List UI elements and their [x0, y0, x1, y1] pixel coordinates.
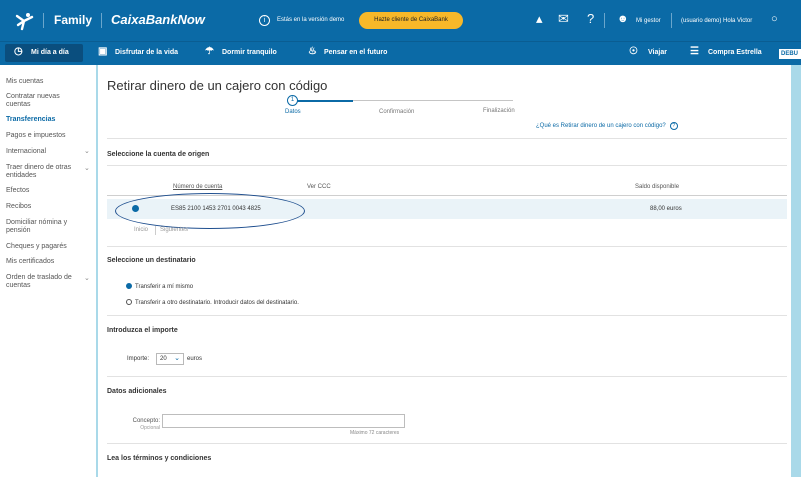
user-greeting[interactable]: (usuario demo) Hola Victor — [681, 18, 752, 24]
progress-line-active — [293, 100, 353, 102]
sidebar-item-mis-certificados[interactable]: Mis certificados — [6, 257, 54, 266]
debug-badge[interactable]: DEBU — [779, 49, 801, 59]
step-finalizacion: Finalización — [483, 108, 515, 114]
section-title-terms: Lea los términos y condiciones — [107, 455, 212, 462]
chevron-down-icon[interactable]: ⌄ — [84, 274, 90, 282]
amount-select[interactable]: 20 ⌄ — [156, 353, 184, 365]
sidebar-item-contratar-nuevas-cuentas-line2[interactable]: cuentas — [6, 100, 31, 109]
pager-inicio[interactable]: Inicio — [134, 227, 148, 233]
divider — [107, 315, 787, 316]
divider — [101, 13, 102, 28]
cart-icon: ☰ — [690, 46, 699, 57]
tab-viajar[interactable]: Viajar — [648, 49, 667, 56]
globe-icon: ☉ — [629, 46, 638, 57]
chevron-down-icon[interactable]: ⌄ — [174, 354, 180, 364]
clock-icon: ◷ — [14, 46, 23, 57]
divider — [107, 443, 787, 444]
info-icon: i — [259, 15, 270, 26]
sidebar-item-traer-dinero-line2[interactable]: entidades — [6, 171, 36, 180]
tab-pensar-en-el-futuro[interactable]: Pensar en el futuro — [324, 49, 387, 56]
sidebar: Mis cuentas Contratar nuevas cuentas Tra… — [0, 65, 96, 477]
radio-label: Transferir a mí mismo — [135, 284, 194, 290]
concept-max-chars: Máximo 72 caracteres — [350, 430, 400, 436]
column-header-ver-ccc[interactable]: Ver CCC — [307, 184, 331, 190]
chevron-down-icon[interactable]: ⌄ — [84, 164, 90, 172]
section-title-origin: Seleccione la cuenta de origen — [107, 151, 210, 158]
tab-disfrutar-de-la-vida[interactable]: Disfrutar de la vida — [115, 49, 178, 56]
divider — [155, 226, 156, 235]
section-title-recipient: Seleccione un destinatario — [107, 257, 196, 264]
cinema-icon: ▣ — [98, 46, 108, 57]
column-header-balance: Saldo disponible — [635, 184, 680, 190]
become-client-button[interactable]: Hazte cliente de CaixaBank — [359, 12, 463, 29]
progress-line — [353, 100, 513, 101]
concept-label: Concepto: — [132, 418, 160, 424]
divider — [107, 165, 787, 166]
amount-label: Importe: — [127, 356, 150, 362]
divider — [671, 13, 672, 28]
section-title-amount: Introduzca el importe — [107, 327, 178, 334]
caixabank-star-logo-icon[interactable] — [14, 11, 34, 31]
top-bar: Family CaixaBankNow i Estás en la versió… — [0, 0, 801, 41]
divider — [43, 13, 44, 28]
sidebar-item-recibos[interactable]: Recibos — [6, 202, 31, 211]
tab-compra-estrella[interactable]: Compra Estrella — [708, 49, 762, 56]
divider — [107, 138, 787, 139]
umbrella-icon: ☂ — [205, 46, 214, 57]
brand-name[interactable]: CaixaBankNow — [111, 12, 205, 27]
amount-unit: euros — [187, 356, 203, 362]
step-indicator: 1 — [287, 95, 298, 106]
column-header-account-number[interactable]: Número de cuenta — [173, 184, 222, 190]
help-circle-icon[interactable]: ? — [669, 122, 678, 130]
demo-notice: Estás en la versión demo — [277, 17, 345, 23]
section-title-extra: Datos adicionales — [107, 388, 167, 395]
account-balance: 88,00 euros — [650, 206, 682, 212]
chevron-down-icon[interactable]: ⌄ — [84, 147, 90, 155]
scrollbar[interactable] — [791, 65, 801, 477]
family-label[interactable]: Family — [54, 13, 92, 27]
sidebar-item-domiciliar-nomina-line2[interactable]: pensión — [6, 226, 31, 235]
tab-dormir-tranquilo[interactable]: Dormir tranquilo — [222, 49, 277, 56]
sidebar-item-transferencias[interactable]: Transferencias — [6, 115, 55, 124]
step-datos: Datos — [285, 109, 301, 115]
step-confirmacion: Confirmación — [379, 109, 415, 115]
plant-icon: ♨ — [308, 46, 317, 57]
my-manager-link[interactable]: Mi gestor — [636, 18, 661, 24]
radio-selected[interactable] — [126, 283, 132, 289]
bell-icon[interactable]: ▴ — [536, 12, 543, 26]
sidebar-item-pagos-e-impuestos[interactable]: Pagos e impuestos — [6, 131, 66, 140]
help-link-text[interactable]: ¿Qué es Retirar dinero de un cajero con … — [536, 123, 666, 129]
help-link[interactable]: ¿Qué es Retirar dinero de un cajero con … — [536, 122, 678, 130]
main-content: Retirar dinero de un cajero con código 1… — [98, 65, 801, 477]
main-navigation: ◷ Mi día a día ▣ Disfrutar de la vida ☂ … — [0, 41, 801, 65]
sidebar-item-orden-de-traslado-line2[interactable]: cuentas — [6, 281, 31, 290]
amount-value: 20 — [160, 356, 167, 362]
radio-unselected[interactable] — [126, 299, 132, 305]
sidebar-item-internacional[interactable]: Internacional — [6, 147, 46, 156]
concept-input[interactable] — [162, 414, 405, 428]
divider — [604, 13, 605, 28]
radio-transfer-self[interactable]: Transferir a mí mismo — [126, 283, 193, 290]
radio-transfer-other[interactable]: Transferir a otro destinatario. Introduc… — [126, 299, 299, 306]
pager-siguientes[interactable]: Siguientes — [160, 227, 188, 233]
page-title: Retirar dinero de un cajero con código — [107, 78, 328, 93]
user-icon[interactable]: ○ — [771, 12, 778, 26]
radio-label: Transferir a otro destinatario. Introduc… — [135, 300, 299, 306]
concept-optional: Opcional — [140, 425, 160, 431]
sidebar-item-cheques-y-pagares[interactable]: Cheques y pagarés — [6, 242, 67, 251]
help-icon[interactable]: ? — [587, 12, 594, 26]
highlight-ellipse — [115, 193, 305, 229]
mail-icon[interactable]: ✉ — [558, 12, 569, 26]
tab-mi-dia-a-dia[interactable]: Mi día a día — [31, 49, 69, 56]
divider — [107, 246, 787, 247]
sidebar-item-mis-cuentas[interactable]: Mis cuentas — [6, 77, 43, 86]
person-icon[interactable]: ☻ — [617, 12, 629, 26]
sidebar-item-efectos[interactable]: Efectos — [6, 186, 29, 195]
divider — [107, 376, 787, 377]
